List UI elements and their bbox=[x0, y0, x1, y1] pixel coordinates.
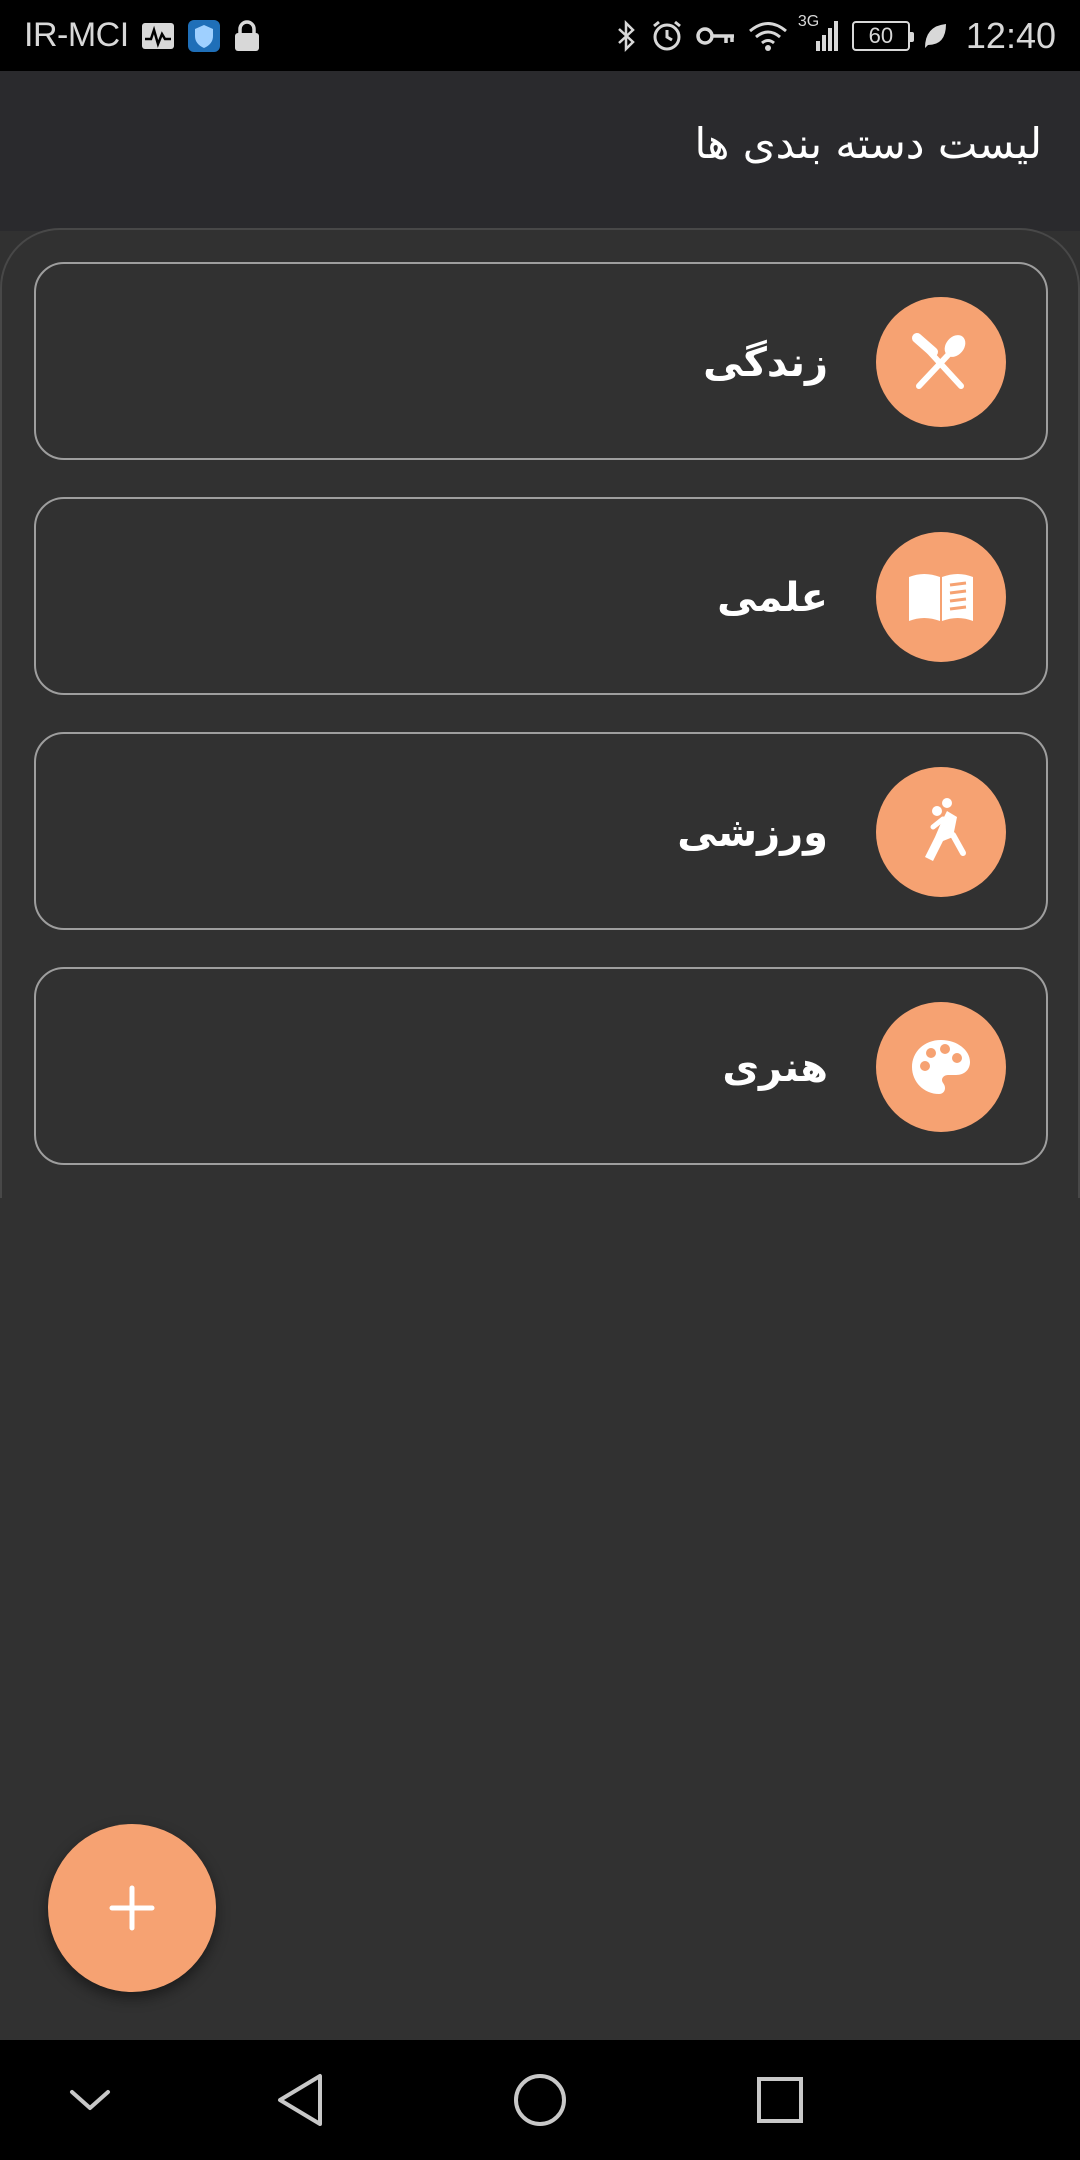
navigation-bar bbox=[0, 2040, 1080, 2160]
category-label: زندگی bbox=[703, 340, 828, 386]
shield-icon bbox=[187, 19, 221, 53]
carrier-label: IR-MCI bbox=[24, 16, 129, 54]
category-label: علمی bbox=[717, 575, 828, 621]
activity-icon bbox=[141, 21, 175, 51]
bluetooth-icon bbox=[616, 19, 638, 53]
utensils-icon bbox=[876, 297, 1006, 427]
leaf-icon bbox=[922, 21, 948, 51]
category-card-science[interactable]: علمی bbox=[34, 497, 1048, 695]
palette-icon bbox=[876, 1002, 1006, 1132]
chevron-down-icon bbox=[70, 2090, 110, 2110]
network-type: 3G bbox=[797, 12, 820, 30]
key-icon bbox=[696, 24, 736, 48]
hide-nav-button[interactable] bbox=[60, 2070, 120, 2130]
category-card-sports[interactable]: ورزشی bbox=[34, 732, 1048, 930]
status-right: 3G 60 12:40 bbox=[616, 13, 1056, 57]
status-left: IR-MCI bbox=[24, 16, 261, 55]
categories-panel: زندگی علمی ورزشی هنری bbox=[0, 228, 1080, 1198]
signal-icon: 3G bbox=[798, 13, 840, 53]
back-button[interactable] bbox=[270, 2070, 330, 2130]
category-card-life[interactable]: زندگی bbox=[34, 262, 1048, 460]
wifi-icon bbox=[748, 20, 788, 52]
app-bar: لیست دسته بندی ها bbox=[0, 71, 1080, 231]
recents-button[interactable] bbox=[750, 2070, 810, 2130]
screen: IR-MCI 3G 60 12:40 لیست دسته بندی ها زند… bbox=[0, 0, 1080, 2160]
clock: 12:40 bbox=[965, 14, 1056, 56]
recents-icon bbox=[757, 2077, 803, 2123]
page-title: لیست دسته بندی ها bbox=[694, 119, 1042, 168]
lock-icon bbox=[233, 19, 261, 53]
category-card-art[interactable]: هنری bbox=[34, 967, 1048, 1165]
plus-icon bbox=[109, 1885, 155, 1931]
home-icon bbox=[514, 2074, 566, 2126]
back-icon bbox=[278, 2074, 322, 2126]
category-label: ورزشی bbox=[677, 810, 828, 856]
alarm-icon bbox=[650, 19, 684, 53]
battery-icon: 60 bbox=[851, 20, 914, 51]
category-list: زندگی علمی ورزشی هنری bbox=[34, 262, 1048, 1202]
status-bar: IR-MCI 3G 60 12:40 bbox=[0, 0, 1080, 71]
book-icon bbox=[876, 532, 1006, 662]
add-category-button[interactable] bbox=[48, 1824, 216, 1992]
volleyball-player-icon bbox=[876, 767, 1006, 897]
home-button[interactable] bbox=[510, 2070, 570, 2130]
category-label: هنری bbox=[722, 1045, 828, 1091]
